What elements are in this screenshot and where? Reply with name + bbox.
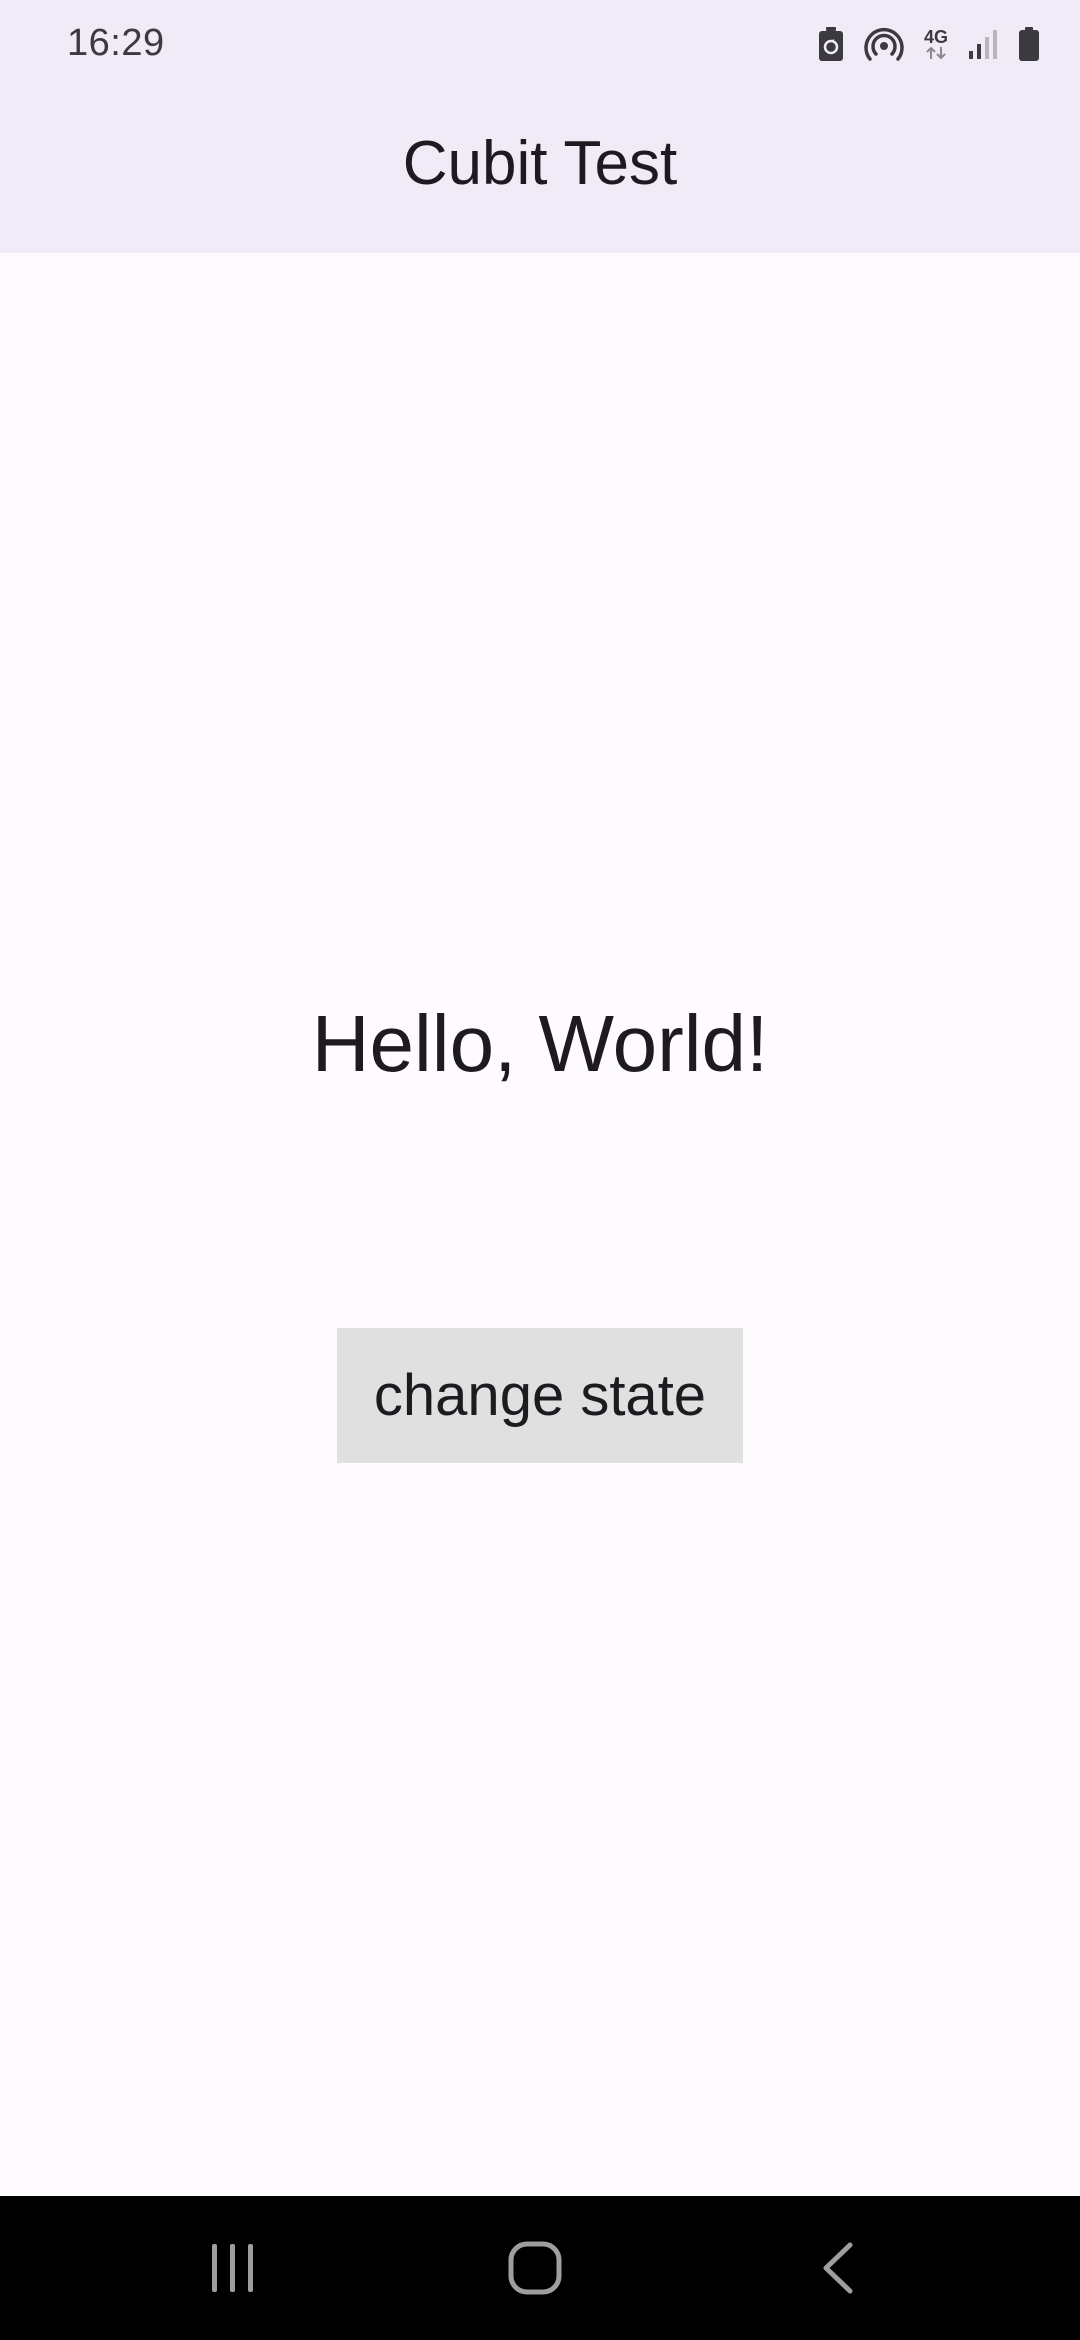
network-type-label: 4G — [923, 27, 948, 47]
battery-saver-icon — [818, 27, 844, 61]
status-icons: 4G — [818, 22, 1040, 66]
recents-button[interactable] — [153, 2196, 313, 2340]
app-title: Cubit Test — [402, 129, 678, 198]
battery-icon — [1018, 27, 1040, 61]
hotspot-icon — [864, 26, 904, 62]
network-4g-icon: 4G — [924, 28, 948, 60]
home-button[interactable] — [455, 2196, 615, 2340]
greeting-text: Hello, World! — [311, 999, 769, 1088]
navigation-bar — [0, 2196, 1080, 2340]
home-icon — [508, 2241, 562, 2295]
back-icon — [823, 2242, 853, 2294]
change-state-button[interactable]: change state — [337, 1328, 743, 1463]
status-bar: 16:29 4G — [0, 0, 1080, 90]
status-time: 16:29 — [67, 22, 165, 64]
recents-icon — [212, 2244, 253, 2292]
signal-icon — [968, 29, 998, 59]
data-arrows-icon — [926, 46, 946, 60]
back-button[interactable] — [758, 2196, 918, 2340]
app-bar: Cubit Test — [0, 90, 1080, 253]
app-screen: 16:29 4G Cubit Test Hello, World! change… — [0, 0, 1080, 2340]
